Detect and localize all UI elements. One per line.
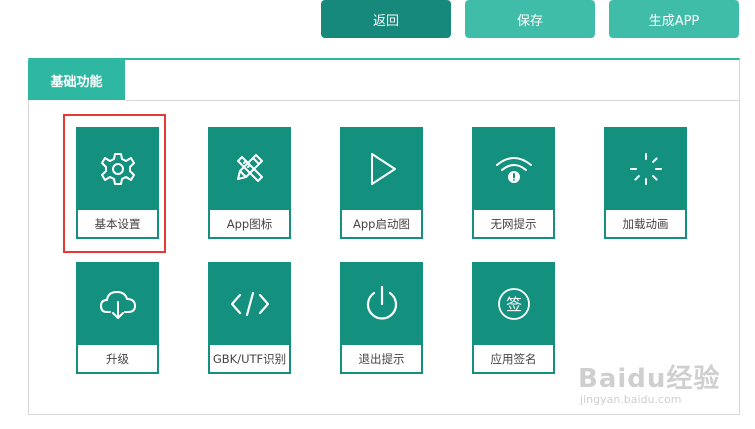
tile-label: 加载动画 [605, 210, 686, 238]
tile-label: App启动图 [341, 210, 422, 238]
panel-divider [125, 100, 739, 101]
cloud-download-icon [77, 263, 158, 345]
loading-spinner-icon [605, 128, 686, 210]
tile-app-signature[interactable]: 签 应用签名 [472, 262, 555, 374]
app-builder-page: 返回 保存 生成APP 基础功能 基本设置 App图标 App启动图 无网提示 … [0, 0, 755, 429]
tile-label: 升级 [77, 345, 158, 373]
tile-offline-alert[interactable]: 无网提示 [472, 127, 555, 239]
sign-icon: 签 [473, 263, 554, 345]
tile-label: 应用签名 [473, 345, 554, 373]
selection-highlight [63, 114, 166, 253]
tile-loading-animation[interactable]: 加载动画 [604, 127, 687, 239]
svg-text:签: 签 [505, 295, 521, 314]
tile-app-splash[interactable]: App启动图 [340, 127, 423, 239]
toolbar: 返回 保存 生成APP [321, 0, 739, 38]
tile-label: 退出提示 [341, 345, 422, 373]
tile-app-icon[interactable]: App图标 [208, 127, 291, 239]
power-icon [341, 263, 422, 345]
pencil-ruler-icon [209, 128, 290, 210]
tile-exit-prompt[interactable]: 退出提示 [340, 262, 423, 374]
tile-label: 无网提示 [473, 210, 554, 238]
tile-upgrade[interactable]: 升级 [76, 262, 159, 374]
save-button[interactable]: 保存 [465, 0, 595, 38]
play-icon [341, 128, 422, 210]
tab-basic-features[interactable]: 基础功能 [28, 60, 125, 100]
watermark-logo: Baidu经验 [578, 364, 721, 394]
code-icon [209, 263, 290, 345]
back-button[interactable]: 返回 [321, 0, 451, 38]
generate-app-button[interactable]: 生成APP [609, 0, 739, 38]
tile-encoding-detect[interactable]: GBK/UTF识别 [208, 262, 291, 374]
watermark: Baidu经验 jingyan.baidu.com [578, 358, 720, 406]
tile-label: App图标 [209, 210, 290, 238]
wifi-alert-icon [473, 128, 554, 210]
tile-label: GBK/UTF识别 [209, 345, 290, 373]
